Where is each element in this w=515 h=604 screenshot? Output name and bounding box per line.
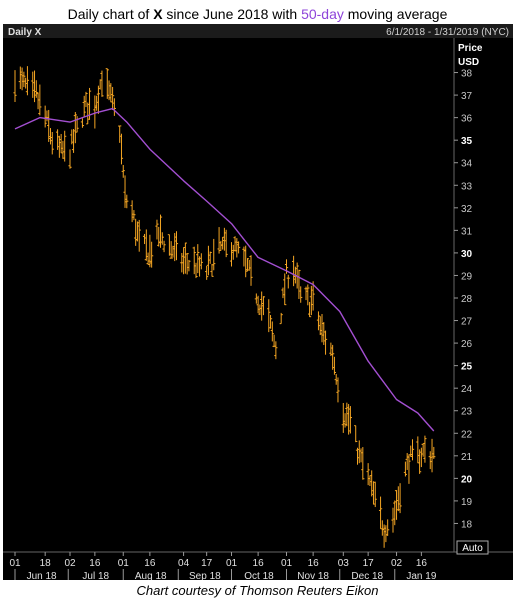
x-month-label: Dec 18: [351, 571, 383, 580]
x-tick-label: 01: [9, 558, 21, 569]
title-middle: since June 2018 with: [162, 6, 302, 22]
y-tick-label: 27: [461, 317, 473, 328]
x-tick-label: 03: [338, 558, 350, 569]
y-tick-label: 18: [461, 519, 473, 530]
y-axis-unit: USD: [458, 57, 479, 68]
x-tick-label: 17: [363, 558, 375, 569]
y-tick-label: 26: [461, 339, 473, 350]
x-month-label: Nov 18: [297, 571, 329, 580]
y-tick-label: 28: [461, 294, 473, 305]
x-month-label: Sep 18: [189, 571, 221, 580]
x-tick-label: 16: [144, 558, 156, 569]
x-tick-label: 02: [64, 558, 76, 569]
x-month-label: Jun 18: [27, 571, 57, 580]
x-tick-label: 16: [308, 558, 320, 569]
y-tick-label: 30: [461, 249, 473, 260]
ma-line: [14, 107, 435, 432]
y-tick-label: 33: [461, 181, 473, 192]
x-tick-label: 17: [201, 558, 213, 569]
x-tick-label: 01: [226, 558, 238, 569]
x-tick-label: 01: [118, 558, 130, 569]
y-tick-label: 29: [461, 271, 473, 282]
y-tick-label: 21: [461, 452, 473, 463]
x-month-label: Jan 19: [406, 571, 436, 580]
x-tick-label: 16: [253, 558, 265, 569]
title-prefix: Daily chart of: [67, 6, 154, 22]
x-month-label: Jul 18: [82, 571, 109, 580]
y-tick-label: 38: [461, 69, 473, 80]
y-tick-label: 25: [461, 362, 473, 373]
y-tick-label: 32: [461, 204, 473, 215]
y-tick-label: 36: [461, 114, 473, 125]
chart-caption: Chart courtesy of Thomson Reuters Eikon: [136, 583, 379, 598]
y-axis-title: Price: [458, 43, 483, 54]
title-suffix: moving average: [343, 6, 448, 22]
title-ticker: X: [153, 6, 163, 22]
panel-label: Daily X: [8, 27, 42, 38]
y-tick-label: 23: [461, 407, 473, 418]
y-tick-label: 34: [461, 159, 473, 170]
x-month-label: Aug 18: [135, 571, 167, 580]
x-tick-label: 02: [391, 558, 403, 569]
x-month-label: Oct 18: [244, 571, 274, 580]
y-tick-label: 20: [461, 474, 473, 485]
x-tick-label: 04: [178, 558, 190, 569]
y-tick-label: 31: [461, 226, 473, 237]
x-tick-label: 18: [40, 558, 52, 569]
x-tick-label: 16: [416, 558, 428, 569]
x-tick-label: 16: [89, 558, 101, 569]
y-tick-label: 37: [461, 91, 473, 102]
y-tick-label: 19: [461, 497, 473, 508]
y-tick-label: 35: [461, 136, 473, 147]
y-tick-label: 24: [461, 384, 473, 395]
date-range-label: 6/1/2018 - 1/31/2019 (NYC): [386, 27, 509, 38]
auto-scale-label: Auto: [462, 543, 483, 554]
x-tick-label: 01: [281, 558, 293, 569]
y-tick-label: 22: [461, 429, 473, 440]
title-ma-label: 50-day: [301, 6, 344, 22]
chart-panel: Daily X 6/1/2018 - 1/31/2019 (NYC) Price US…: [3, 24, 513, 582]
price-chart: Daily X 6/1/2018 - 1/31/2019 (NYC) Price US…: [3, 24, 513, 582]
chart-title: Daily chart of X since June 2018 with 50…: [0, 6, 515, 22]
